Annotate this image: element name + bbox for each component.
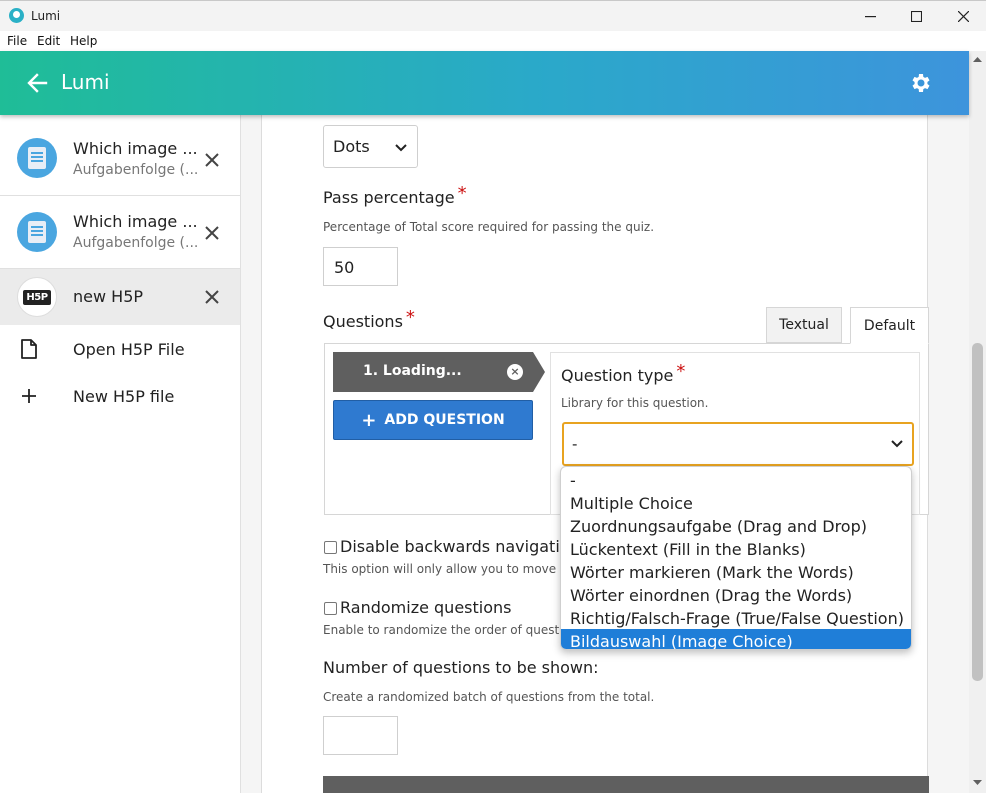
randomize-questions-description: Enable to randomize the order of quest [323, 623, 560, 637]
required-marker: * [457, 183, 467, 204]
app-header: Lumi [0, 51, 969, 115]
pass-percentage-description: Percentage of Total score required for p… [323, 220, 655, 234]
question-type-value: - [572, 435, 578, 453]
h5p-logo-icon: H5P [17, 277, 57, 317]
scroll-down-icon[interactable] [973, 779, 982, 786]
num-questions-label: Number of questions to be shown: [323, 658, 599, 677]
sidebar-item-subtitle: Aufgabenfolge (... [73, 162, 199, 178]
file-icon [21, 339, 37, 359]
question-list-item[interactable]: 1. Loading... × [333, 352, 545, 392]
dropdown-option[interactable]: Lückentext (Fill in the Blanks) [561, 537, 911, 560]
scrollbar-thumb[interactable] [972, 343, 983, 681]
dropdown-option[interactable]: Wörter markieren (Mark the Words) [561, 560, 911, 583]
disable-backwards-checkbox[interactable] [324, 541, 337, 554]
app-title: Lumi [61, 70, 110, 94]
close-window-button[interactable] [940, 1, 986, 32]
form-panel: Dots Pass percentage * Percentage of Tota… [261, 115, 929, 793]
close-tab-icon[interactable] [203, 151, 221, 169]
question-type-description: Library for this question. [561, 396, 709, 410]
question-type-dropdown: - Multiple Choice Zuordnungsaufgabe (Dra… [560, 466, 912, 650]
sidebar-item-title: new H5P [73, 287, 144, 306]
progress-type-value: Dots [333, 137, 370, 156]
sidebar-item-subtitle: Aufgabenfolge (... [73, 235, 199, 251]
plus-icon: + [361, 409, 377, 431]
add-question-label: ADD QUESTION [384, 412, 505, 428]
num-questions-description: Create a randomized batch of questions f… [323, 690, 655, 704]
plus-icon [22, 389, 36, 403]
dropdown-option[interactable]: - [561, 468, 911, 491]
pass-percentage-label: Pass percentage * [323, 183, 467, 208]
sidebar-item-title: Which image ... [73, 139, 198, 158]
question-type-label: Question type * [561, 361, 685, 386]
menu-edit[interactable]: Edit [37, 34, 60, 48]
dropdown-option[interactable]: Zuordnungsaufgabe (Drag and Drop) [561, 514, 911, 537]
maximize-button[interactable] [893, 1, 939, 32]
required-marker: * [676, 361, 686, 382]
question-type-select[interactable]: - [562, 422, 914, 466]
question-item-label: 1. Loading... [363, 363, 462, 379]
dropdown-option[interactable]: Multiple Choice [561, 491, 911, 514]
menu-file[interactable]: File [7, 34, 27, 48]
disable-backwards-label: Disable backwards navigation [340, 537, 580, 556]
new-h5p-file-item[interactable]: New H5P file [0, 372, 240, 419]
required-marker: * [405, 307, 415, 328]
randomize-questions-checkbox[interactable] [324, 602, 337, 615]
lumi-app-icon [9, 8, 24, 23]
minimize-button[interactable] [847, 1, 893, 32]
randomize-questions-label: Randomize questions [340, 598, 512, 617]
scroll-up-icon[interactable] [973, 56, 982, 63]
close-icon [957, 11, 969, 22]
arrow-left-icon[interactable] [26, 71, 48, 95]
questions-label: Questions * [323, 307, 415, 332]
editor-content: Dots Pass percentage * Percentage of Tota… [241, 115, 969, 793]
sidebar-item-file-1[interactable]: Which image ... Aufgabenfolge (... [0, 115, 240, 196]
chevron-down-icon [891, 440, 903, 448]
pass-percentage-label-text: Pass percentage [323, 188, 455, 207]
collapsed-section-header[interactable] [323, 776, 929, 793]
menu-bar: File Edit Help [0, 31, 986, 51]
sidebar-item-new-h5p[interactable]: H5P new H5P [0, 269, 240, 325]
tab-textual-label: Textual [779, 317, 829, 333]
sidebar: Which image ... Aufgabenfolge (... Which… [0, 115, 241, 793]
disable-backwards-description: This option will only allow you to move [323, 562, 557, 576]
pass-percentage-value: 50 [334, 258, 355, 277]
dropdown-option[interactable]: Richtig/Falsch-Frage (True/False Questio… [561, 606, 911, 629]
document-icon [17, 212, 57, 252]
tab-textual[interactable]: Textual [766, 307, 842, 343]
dropdown-option[interactable]: Wörter einordnen (Drag the Words) [561, 583, 911, 606]
tab-default[interactable]: Default [850, 307, 929, 344]
question-type-label-text: Question type [561, 366, 674, 385]
progress-type-select[interactable]: Dots [323, 125, 418, 168]
minimize-icon [864, 15, 876, 17]
window-titlebar: Lumi [0, 0, 986, 31]
sidebar-item-file-2[interactable]: Which image ... Aufgabenfolge (... [0, 196, 240, 269]
window-title: Lumi [31, 9, 61, 23]
maximize-icon [910, 11, 922, 22]
menu-help[interactable]: Help [70, 34, 97, 48]
chevron-down-icon [395, 144, 407, 152]
pass-percentage-input[interactable]: 50 [323, 247, 398, 286]
questions-label-text: Questions [323, 312, 403, 331]
h5p-logo-text: H5P [23, 289, 51, 305]
open-h5p-file-label: Open H5P File [73, 340, 185, 359]
close-tab-icon[interactable] [203, 224, 221, 242]
remove-question-icon[interactable]: × [507, 364, 523, 380]
add-question-button[interactable]: + ADD QUESTION [333, 400, 533, 440]
document-icon [17, 138, 57, 178]
tab-default-label: Default [863, 317, 916, 334]
num-questions-input[interactable] [323, 716, 398, 755]
close-tab-icon[interactable] [203, 288, 221, 306]
vertical-scrollbar[interactable] [969, 51, 986, 793]
sidebar-item-title: Which image ... [73, 212, 198, 231]
open-h5p-file-item[interactable]: Open H5P File [0, 325, 240, 372]
new-h5p-file-label: New H5P file [73, 387, 175, 406]
dropdown-option-highlighted[interactable]: Bildauswahl (Image Choice) [561, 629, 911, 649]
gear-icon[interactable] [908, 71, 932, 95]
